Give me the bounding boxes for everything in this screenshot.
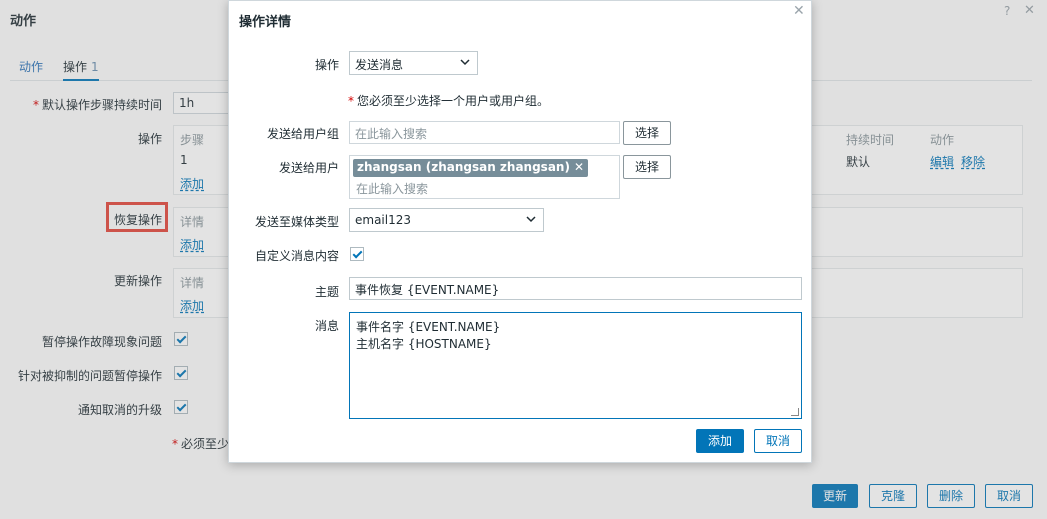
operation-select-value: 发送消息	[355, 58, 404, 72]
message-line-1: 事件名字 {EVENT.NAME}	[356, 320, 501, 334]
operation-details-modal: 操作详情 ✕ 操作 发送消息 * 您必须至少选择一个用户或用户组。 发送给用户组 …	[228, 0, 812, 463]
operation-select[interactable]: 发送消息	[349, 51, 478, 75]
users-multiselect[interactable]: zhangsan (zhangsan zhangsan) ✕ 在此输入搜索	[349, 155, 620, 199]
custom-message-label: 自定义消息内容	[254, 249, 339, 263]
users-search-input[interactable]: 在此输入搜索	[356, 180, 428, 197]
media-type-select[interactable]: email123	[349, 208, 544, 232]
resize-handle-icon[interactable]	[791, 408, 799, 416]
send-to-users-label: 发送给用户	[278, 161, 339, 175]
modal-cancel-button[interactable]: 取消	[754, 429, 802, 453]
add-button[interactable]: 添加	[696, 429, 744, 453]
message-textarea[interactable]: 事件名字 {EVENT.NAME} 主机名字 {HOSTNAME}	[349, 312, 802, 419]
remove-tag-icon[interactable]: ✕	[574, 160, 584, 174]
chevron-down-icon	[526, 216, 536, 223]
operation-label: 操作	[314, 58, 339, 72]
subject-label: 主题	[314, 285, 339, 299]
media-type-label: 发送至媒体类型	[254, 215, 339, 229]
send-to-groups-label: 发送给用户组	[266, 127, 339, 141]
message-line-2: 主机名字 {HOSTNAME}	[356, 337, 492, 351]
custom-message-checkbox[interactable]	[350, 247, 364, 261]
groups-search-input[interactable]: 在此输入搜索	[349, 121, 620, 144]
user-tag: zhangsan (zhangsan zhangsan) ✕	[353, 159, 589, 177]
message-label: 消息	[314, 319, 339, 333]
media-type-select-value: email123	[355, 213, 411, 227]
required-users-note: * 您必须至少选择一个用户或用户组。	[348, 94, 550, 108]
select-users-button[interactable]: 选择	[623, 155, 671, 179]
subject-input[interactable]: 事件恢复 {EVENT.NAME}	[349, 277, 802, 300]
close-icon[interactable]: ✕	[793, 3, 805, 19]
select-groups-button[interactable]: 选择	[623, 121, 671, 145]
chevron-down-icon	[460, 59, 470, 66]
modal-title: 操作详情	[239, 15, 292, 30]
